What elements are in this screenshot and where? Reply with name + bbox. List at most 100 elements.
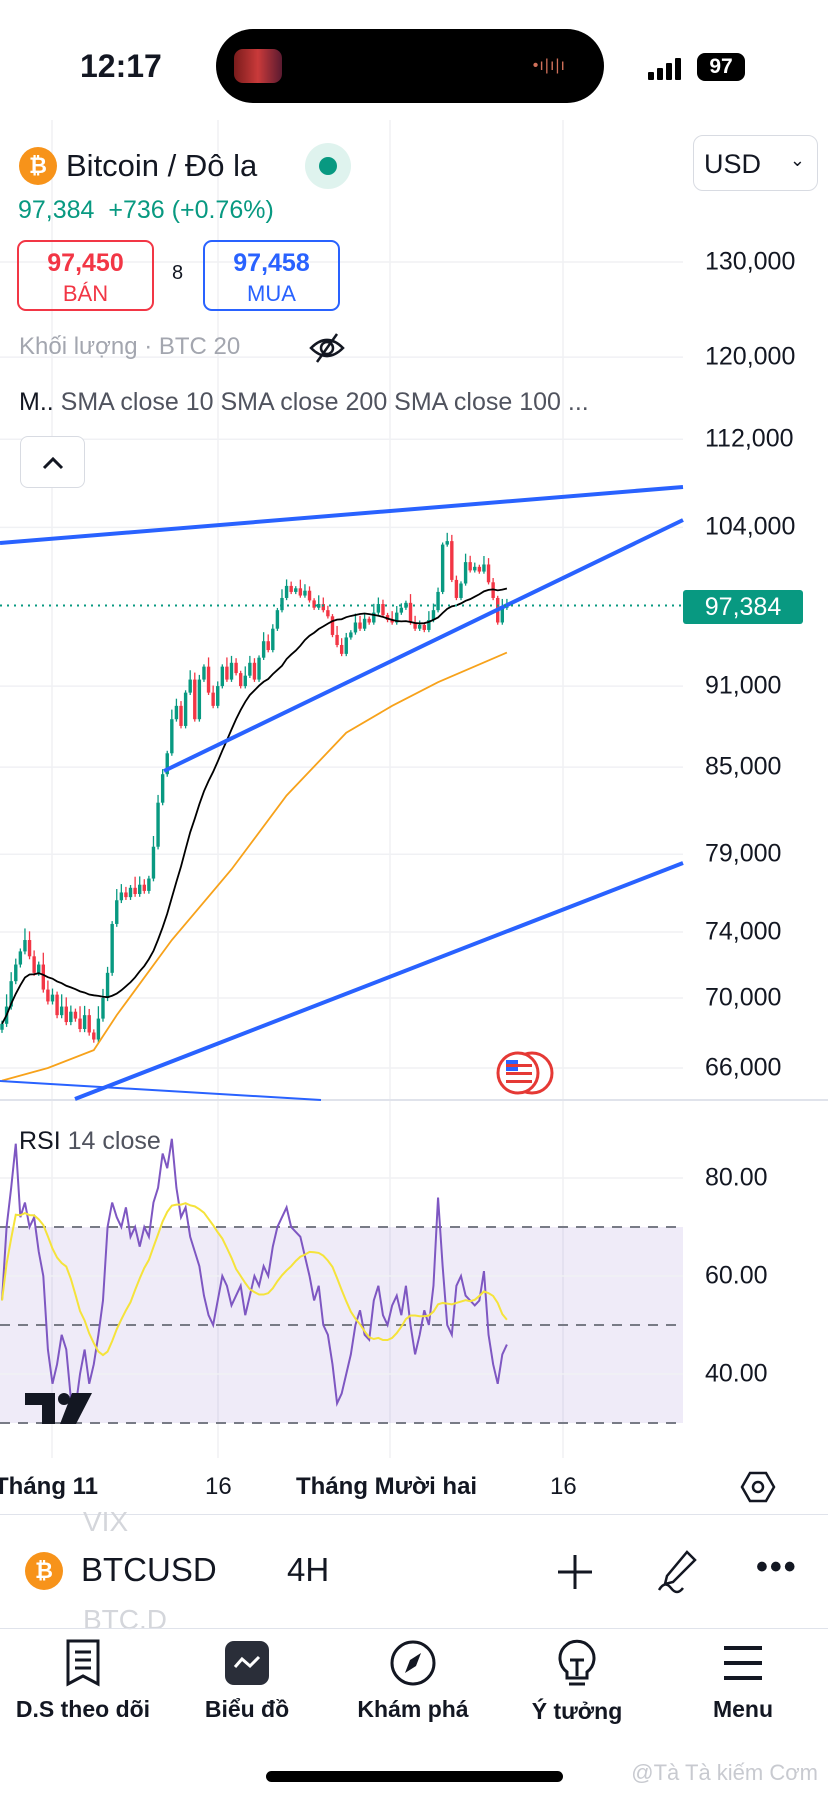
nav-explore[interactable]: Khám phá xyxy=(333,1638,493,1723)
currency-select[interactable]: USD ⌄ xyxy=(693,135,818,191)
volume-indicator-label[interactable]: Khối lượng · BTC 20 xyxy=(19,333,240,361)
candle-body xyxy=(142,884,146,891)
candle-body xyxy=(450,541,454,580)
price-chart[interactable] xyxy=(0,0,828,1520)
buy-price: 97,458 xyxy=(233,249,310,277)
plus-icon[interactable] xyxy=(555,1552,595,1592)
home-indicator[interactable] xyxy=(266,1771,563,1782)
collapse-legend-button[interactable] xyxy=(20,436,85,488)
price-axis-label: 74,000 xyxy=(705,917,782,946)
candle-body xyxy=(183,692,188,726)
candle-body xyxy=(124,892,128,898)
candle-body xyxy=(101,998,105,1019)
candle-body xyxy=(353,622,358,633)
symbol-title[interactable]: Bitcoin / Đô la xyxy=(66,148,257,184)
nav-label: D.S theo dõi xyxy=(15,1696,151,1722)
trendline-resistance xyxy=(0,485,684,545)
rsi-legend[interactable]: RSI 14 close xyxy=(19,1127,161,1156)
buy-button[interactable]: 97,458 MUA xyxy=(203,240,340,311)
interval-button[interactable]: 4H xyxy=(287,1551,329,1589)
candle-body xyxy=(50,994,55,1002)
candle-body xyxy=(87,1015,91,1033)
candle-body xyxy=(463,562,468,584)
candle-body xyxy=(115,900,119,924)
candle-body xyxy=(64,1006,68,1023)
candle-body xyxy=(473,566,477,571)
rsi-axis-label: 40.00 xyxy=(705,1359,768,1388)
price-axis-label: 85,000 xyxy=(705,752,782,781)
candle-body xyxy=(197,679,202,720)
price-summary: 97,384 +736 (+0.76%) xyxy=(18,196,274,225)
candle-body xyxy=(408,602,413,623)
sell-button[interactable]: 97,450 BÁN xyxy=(17,240,154,311)
candle-body xyxy=(436,591,440,611)
candle-body xyxy=(23,940,27,952)
ghost-symbol: BTC.D xyxy=(83,1604,167,1635)
nav-label: Ý tưởng xyxy=(531,1698,623,1724)
symbol-button[interactable]: BTCUSD xyxy=(81,1551,217,1589)
candle-body xyxy=(266,641,270,651)
price-axis-label: 130,000 xyxy=(705,247,796,276)
candle-body xyxy=(128,887,133,898)
candle-body xyxy=(317,604,321,608)
candle-body xyxy=(349,632,353,638)
nav-label: Biểu đồ xyxy=(204,1696,290,1722)
drawing-pen-icon[interactable] xyxy=(655,1548,699,1594)
candle-body xyxy=(18,951,23,965)
candle-body xyxy=(220,666,225,687)
candle-body xyxy=(225,666,229,680)
bitcoin-icon: ₿ xyxy=(25,1552,63,1590)
candle-body xyxy=(367,618,371,623)
candle-body xyxy=(170,719,174,754)
candle-body xyxy=(399,607,404,613)
eye-off-icon[interactable] xyxy=(307,330,347,366)
price-axis-label: 70,000 xyxy=(705,983,782,1012)
candle-body xyxy=(252,662,257,680)
compass-icon xyxy=(390,1640,436,1686)
nav-ideas[interactable]: Ý tưởng xyxy=(497,1638,657,1725)
candle-body xyxy=(202,666,206,680)
candle-body xyxy=(41,964,46,990)
candle-body xyxy=(330,616,335,635)
candle-body xyxy=(92,1032,96,1040)
candle-body xyxy=(326,610,330,617)
candle-body xyxy=(160,774,165,803)
candle-body xyxy=(138,884,142,895)
rsi-name: RSI xyxy=(19,1127,61,1155)
trendline-lower-channel xyxy=(74,861,684,1101)
more-icon[interactable]: ••• xyxy=(756,1548,798,1587)
time-label: Tháng Mười hai xyxy=(296,1473,478,1500)
sma-fast-line xyxy=(1,587,508,1025)
candle-body xyxy=(362,618,367,629)
candle-body xyxy=(477,566,482,572)
price-axis-label: 79,000 xyxy=(705,839,782,868)
candle-body xyxy=(459,583,463,598)
buy-label: MUA xyxy=(247,281,296,306)
candle-body xyxy=(37,964,41,973)
candle-body xyxy=(234,662,238,674)
nav-label: Khám phá xyxy=(357,1696,469,1722)
candle-body xyxy=(119,892,124,901)
chart-settings-icon[interactable] xyxy=(740,1469,776,1505)
candle-body xyxy=(312,600,316,608)
watchlist-icon xyxy=(66,1639,100,1687)
us-flag-icon xyxy=(506,1064,532,1067)
price-axis-label: 104,000 xyxy=(705,512,796,541)
sell-label: BÁN xyxy=(62,281,109,306)
candle-body xyxy=(284,585,289,598)
candle-body xyxy=(335,634,339,645)
indicators-legend[interactable]: M.. SMA close 10 SMA close 200 SMA close… xyxy=(19,388,589,417)
nav-menu[interactable]: Menu xyxy=(663,1638,823,1723)
candle-body xyxy=(486,564,491,583)
candle-body xyxy=(0,1023,4,1030)
candle-body xyxy=(46,989,50,1002)
candle-body xyxy=(216,686,220,706)
indicators-list: SMA close 10 SMA close 200 SMA close 100… xyxy=(60,388,589,416)
candle-body xyxy=(206,666,211,693)
nav-watchlist[interactable]: D.S theo dõi xyxy=(3,1638,163,1723)
nav-chart[interactable]: Biểu đồ xyxy=(167,1638,327,1723)
lightbulb-icon xyxy=(558,1639,596,1686)
candle-body xyxy=(229,662,234,680)
candle-body xyxy=(271,628,275,651)
time-label: 16 xyxy=(550,1473,577,1500)
